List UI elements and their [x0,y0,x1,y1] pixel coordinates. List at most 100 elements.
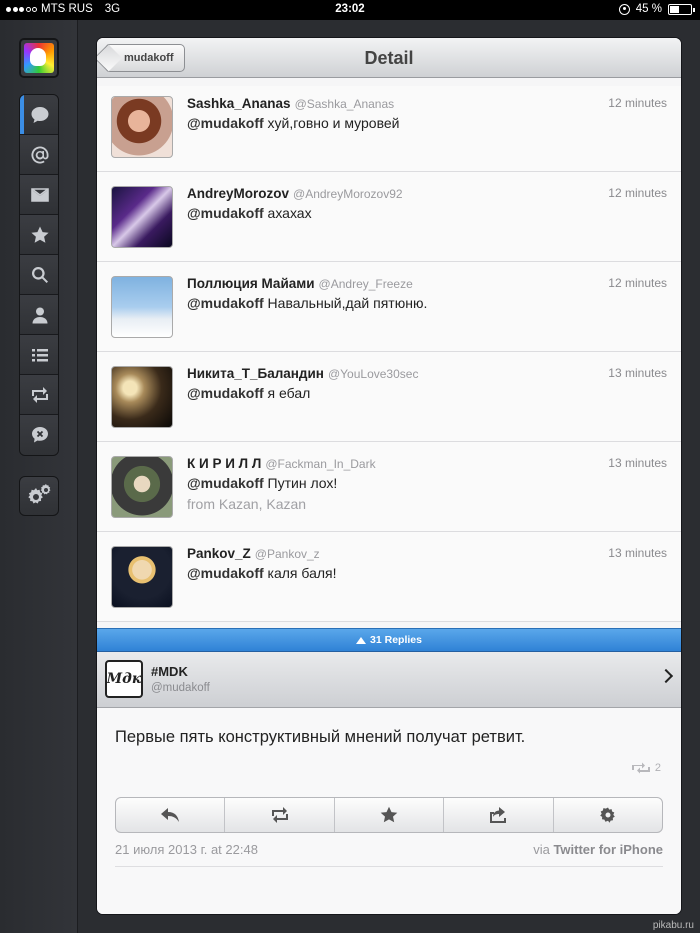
reply-time: 13 minutes [608,456,667,470]
search-icon [32,266,48,283]
reply-time: 12 minutes [608,276,667,290]
battery-icon [668,3,695,15]
sidebar-item-favorites[interactable] [20,215,58,255]
reply-mention[interactable]: @mudakoff [187,475,264,491]
reply-avatar[interactable] [111,366,173,428]
clock: 23:02 [335,3,365,15]
sidebar [0,20,78,933]
reply-item[interactable]: AndreyMorozov @AndreyMorozov92 12 minutes… [97,172,681,262]
reply-item[interactable]: К И Р И Л Л @Fackman_In_Dark 13 minutes @… [97,442,681,532]
status-right: 45 % [618,3,695,15]
retweet-button[interactable] [225,798,335,832]
reply-item[interactable]: Sashka_Ananas @Sashka_Ananas 12 minutes @… [97,86,681,172]
reply-mention[interactable]: @mudakoff [187,115,264,131]
tweet-action-bar [115,797,663,833]
detail-panel: mudakoff Detail Sashka_Ananas @Sashka_Ana… [96,37,682,915]
sidebar-item-lists[interactable] [20,335,58,375]
sidebar-item-retweets[interactable] [20,375,58,415]
reply-time: 12 minutes [608,186,667,200]
reply-author-name[interactable]: Никита_Т_Баландин [187,366,324,381]
tweet-client: via Twitter for iPhone [533,842,663,857]
reply-item[interactable]: Поллюция Майами @Andrey_Freeze 12 minutes… [97,262,681,352]
gears-icon [28,484,51,504]
author-handle: @mudakoff [151,682,210,694]
replies-list: Sashka_Ananas @Sashka_Ananas 12 minutes @… [97,86,681,622]
navigation-bar: mudakoff Detail [97,38,681,78]
via-prefix: via [533,842,550,857]
reply-text: Навальный,дай пятюню. [267,295,428,311]
replies-count-bar[interactable]: 31 Replies [97,628,681,652]
reply-icon [161,808,180,822]
sidebar-item-mentions[interactable] [20,135,58,175]
reply-author-name[interactable]: Pankov_Z [187,546,251,561]
reply-author-handle: @YouLove30sec [327,367,419,381]
reply-author-handle: @Sashka_Ananas [294,97,395,111]
author-name: #MDK [151,664,188,679]
reply-avatar[interactable] [111,546,173,608]
retweet-count: 2 [631,762,661,774]
reply-avatar[interactable] [111,96,173,158]
reply-avatar[interactable] [111,186,173,248]
favorite-button[interactable] [335,798,445,832]
reply-author-name[interactable]: AndreyMorozov [187,186,289,201]
tweet-options-button[interactable] [554,798,662,832]
reply-location: from Kazan, Kazan [187,496,307,512]
reply-mention[interactable]: @mudakoff [187,385,264,401]
speech-bubble-icon [31,106,49,123]
reply-avatar[interactable] [111,276,173,338]
sidebar-item-search[interactable] [20,255,58,295]
battery-percent: 45 % [635,3,662,15]
reply-author-handle: @Pankov_z [254,547,320,561]
reply-author-name[interactable]: К И Р И Л Л [187,456,261,471]
sidebar-item-messages[interactable] [20,175,58,215]
sidebar-settings-button[interactable] [19,476,59,516]
reply-author-handle: @Fackman_In_Dark [265,457,376,471]
page-title: Detail [364,48,414,68]
author-avatar[interactable]: Mдк [105,660,143,698]
status-bar: MTS RUS 3G 23:02 45 % [0,0,700,20]
reply-item[interactable]: Никита_Т_Баландин @YouLove30sec 13 minute… [97,352,681,442]
list-icon [32,348,48,361]
reply-button[interactable] [116,798,226,832]
sidebar-item-timeline[interactable] [20,95,58,135]
favorite-star-icon [380,806,398,823]
reply-mention[interactable]: @mudakoff [187,565,264,581]
reply-time: 12 minutes [608,96,667,110]
chevron-right-icon [658,668,674,684]
reply-author-handle: @AndreyMorozov92 [293,187,403,201]
mute-icon [32,427,48,443]
reply-author-handle: @Andrey_Freeze [318,277,413,291]
tweet-author-header[interactable]: Mдк #MDK @mudakoff [97,652,681,708]
retweet-count-value: 2 [654,762,661,774]
star-icon [31,226,49,243]
sidebar-item-mute[interactable] [20,415,58,455]
reply-time: 13 minutes [608,366,667,380]
reply-mention[interactable]: @mudakoff [187,205,264,221]
divider [115,866,663,867]
tweet-text: Первые пять конструктивный мнений получа… [115,728,526,746]
sidebar-nav [19,94,59,456]
reply-text: каля баля! [267,565,337,581]
reply-item[interactable]: Pankov_Z @Pankov_z 13 minutes @mudakoff к… [97,532,681,622]
account-avatar[interactable] [19,38,59,78]
retweet-icon [271,807,288,823]
reply-author-name[interactable]: Поллюция Майами [187,276,315,291]
client-name[interactable]: Twitter for iPhone [553,842,663,857]
reply-avatar[interactable] [111,456,173,518]
arrow-up-icon [356,636,367,644]
gear-icon [600,807,615,823]
person-icon [32,307,48,323]
reply-author-name[interactable]: Sashka_Ananas [187,96,291,111]
reply-text: Путин лох! [267,475,338,491]
author-logo-text: Mдк [106,671,142,687]
share-icon [490,807,507,823]
reply-text: хуй,говно и муровей [267,115,400,131]
retweet-icon [32,386,48,403]
reply-time: 13 minutes [608,546,667,560]
share-button[interactable] [444,798,554,832]
reply-mention[interactable]: @mudakoff [187,295,264,311]
sidebar-item-profile[interactable] [20,295,58,335]
reply-text: я ебал [267,385,311,401]
tweet-date: 21 июля 2013 г. at 22:48 [115,842,258,857]
retweet-icon [631,762,650,774]
